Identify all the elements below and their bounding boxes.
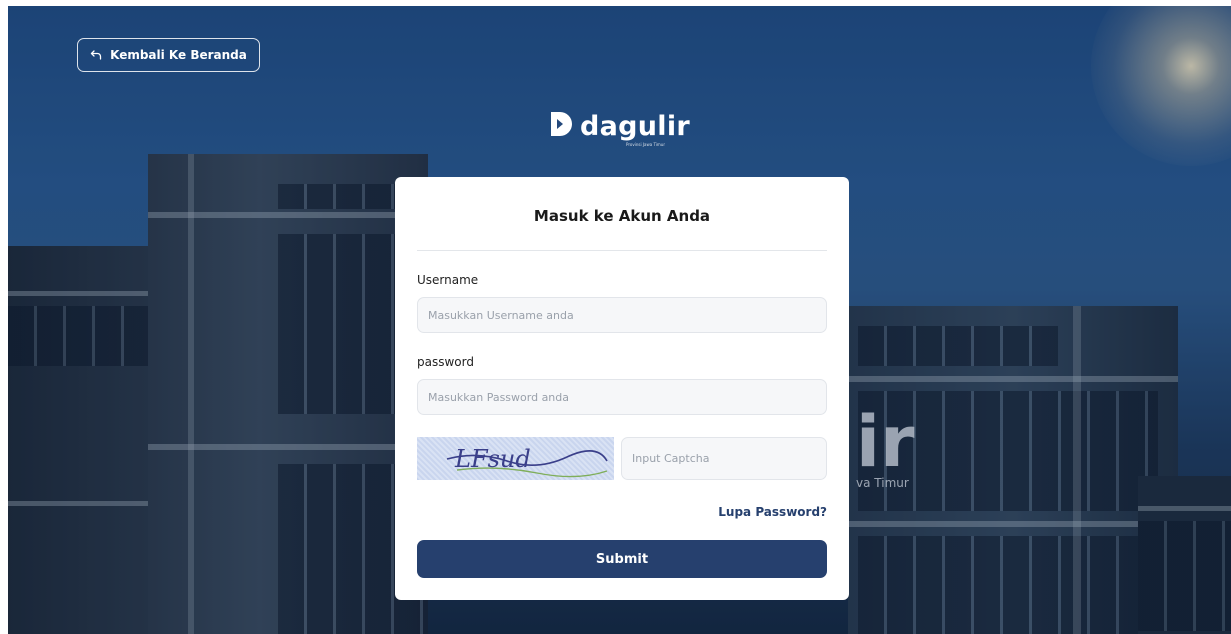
submit-button[interactable]: Submit — [417, 540, 827, 578]
logo-tagline: Provinsi Jawa Timur — [626, 142, 665, 147]
username-label: Username — [417, 273, 479, 287]
username-input[interactable] — [417, 297, 827, 333]
login-page: ir va Timur Kembali Ke Beranda dagulir P… — [8, 6, 1231, 634]
title-divider — [417, 250, 827, 251]
back-button-label: Kembali Ke Beranda — [110, 48, 247, 62]
forgot-password-link[interactable]: Lupa Password? — [718, 505, 827, 519]
password-label: password — [417, 355, 474, 369]
login-title: Masuk ke Akun Anda — [533, 207, 711, 225]
return-arrow-icon — [90, 49, 102, 61]
back-to-home-button[interactable]: Kembali Ke Beranda — [77, 38, 260, 72]
captcha-input[interactable] — [621, 437, 827, 480]
dagulir-logo: dagulir Provinsi Jawa Timur — [548, 110, 691, 147]
login-card: Masuk ke Akun Anda Username password LFs… — [395, 177, 849, 600]
captcha-graphic: LFsud — [446, 445, 608, 478]
dagulir-logo-icon — [548, 110, 574, 142]
logo-wordmark: dagulir — [580, 110, 691, 142]
password-input[interactable] — [417, 379, 827, 415]
captcha-image: LFsud — [417, 437, 614, 480]
